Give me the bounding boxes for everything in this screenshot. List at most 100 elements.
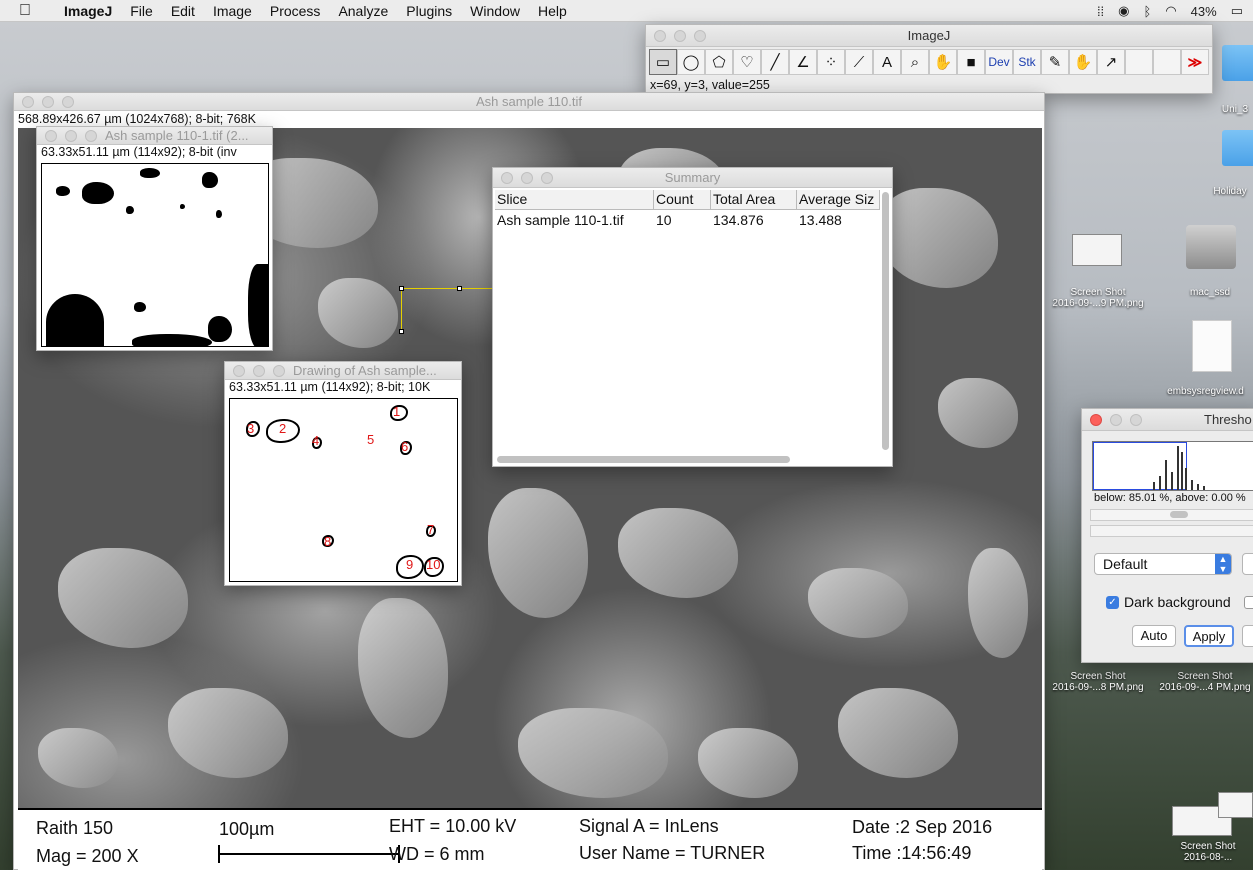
thresh-titlebar[interactable]: Ash sample 110-1.tif (2...	[37, 127, 272, 145]
menu-window[interactable]: Window	[461, 0, 529, 22]
developer-menu-button[interactable]: Dev	[985, 49, 1013, 75]
dark-background-label: Dark background	[1124, 594, 1231, 610]
rectangle-tool-icon[interactable]: ▭	[649, 49, 677, 75]
threshold-title: Thresho	[1204, 412, 1252, 427]
toolbar-titlebar[interactable]: ImageJ	[646, 25, 1212, 47]
close-button[interactable]	[45, 130, 57, 142]
zoom-button[interactable]	[541, 172, 553, 184]
oval-tool-icon[interactable]: ◯	[677, 49, 705, 75]
timemachine-icon[interactable]: ◉	[1118, 3, 1129, 19]
desktop-folder-icon[interactable]	[1222, 45, 1253, 81]
battery-percent[interactable]: 43%	[1191, 4, 1217, 19]
minimize-button[interactable]	[65, 130, 77, 142]
menu-bar:  ImageJ File Edit Image Process Analyze…	[0, 0, 1253, 22]
minimize-button[interactable]	[521, 172, 533, 184]
minimize-button[interactable]	[253, 365, 265, 377]
auto-button[interactable]: Auto	[1132, 625, 1176, 647]
close-button[interactable]	[22, 96, 34, 108]
battery-icon[interactable]: ▭	[1231, 3, 1243, 19]
zoom-button[interactable]	[85, 130, 97, 142]
menu-image[interactable]: Image	[204, 0, 261, 22]
arrow-tool-icon[interactable]: ↗	[1097, 49, 1125, 75]
desktop-item-label[interactable]: Holiday	[1205, 186, 1253, 197]
minimize-button[interactable]	[42, 96, 54, 108]
desktop-item-label[interactable]: Uni_3	[1210, 104, 1253, 115]
menu-app-name[interactable]: ImageJ	[55, 0, 121, 22]
empty-tool-slot[interactable]	[1153, 49, 1181, 75]
desktop-folder-icon[interactable]	[1222, 130, 1253, 166]
slider-knob[interactable]	[1170, 511, 1188, 518]
cell-count: 10	[656, 212, 672, 228]
column-header-average-size[interactable]: Average Siz	[797, 190, 880, 209]
desktop-item-label[interactable]: Screen Shot 2016-09-...8 PM.png	[1045, 671, 1151, 693]
apple-menu-icon[interactable]: 	[19, 2, 41, 20]
bluetooth-icon[interactable]: ᛒ	[1144, 4, 1152, 19]
more-tools-button[interactable]: ≫	[1181, 49, 1209, 75]
drawing-titlebar[interactable]: Drawing of Ash sample...	[225, 362, 461, 380]
apply-button[interactable]: Apply	[1184, 625, 1234, 647]
hand-tool-icon[interactable]: ✋	[929, 49, 957, 75]
close-button[interactable]	[501, 172, 513, 184]
desktop-item-label[interactable]: mac_ssd	[1180, 287, 1240, 298]
zoom-button[interactable]	[694, 30, 706, 42]
display-mode-select[interactable]	[1242, 553, 1253, 575]
desktop-item-label[interactable]: embsysregview.d	[1158, 386, 1253, 397]
vertical-scrollbar[interactable]	[882, 192, 889, 450]
desktop-item-label[interactable]: Screen Shot 2016-09-...9 PM.png	[1045, 287, 1151, 309]
outline-drawing-canvas[interactable]: 1 2 3 4 5 6 7 8 9 10	[229, 398, 458, 582]
menu-file[interactable]: File	[121, 0, 162, 22]
empty-tool-slot[interactable]	[1125, 49, 1153, 75]
reset-button[interactable]	[1242, 625, 1253, 647]
thresholded-image-window: Ash sample 110-1.tif (2... 63.33x51.11 µ…	[36, 126, 273, 351]
zoom-button[interactable]	[273, 365, 285, 377]
freehand-tool-icon[interactable]: ♡	[733, 49, 761, 75]
close-button[interactable]	[654, 30, 666, 42]
stack-menu-button[interactable]: Stk	[1013, 49, 1041, 75]
document-icon[interactable]	[1192, 320, 1232, 372]
angle-tool-icon[interactable]: ∠	[789, 49, 817, 75]
menu-plugins[interactable]: Plugins	[397, 0, 461, 22]
column-header-slice[interactable]: Slice	[495, 190, 654, 209]
table-row[interactable]: Ash sample 110-1.tif 10 134.876 13.488	[495, 210, 880, 230]
dark-background-checkbox[interactable]: ✓	[1106, 596, 1119, 609]
zoom-button[interactable]	[1130, 414, 1142, 426]
screenshot-thumbnail[interactable]	[1218, 792, 1253, 818]
desktop-item-label[interactable]: Screen Shot 2016-09-...4 PM.png	[1157, 671, 1253, 693]
dotted-extra-icon[interactable]: ⁞⁞	[1097, 4, 1104, 19]
wifi-icon[interactable]: ◠	[1165, 3, 1176, 19]
minimize-button[interactable]	[1110, 414, 1122, 426]
screenshot-thumbnail[interactable]	[1072, 234, 1122, 266]
menu-edit[interactable]: Edit	[162, 0, 204, 22]
brush-tool-icon[interactable]: ✎	[1041, 49, 1069, 75]
menu-process[interactable]: Process	[261, 0, 330, 22]
upper-threshold-slider[interactable]	[1090, 525, 1253, 537]
minimize-button[interactable]	[674, 30, 686, 42]
polygon-tool-icon[interactable]: ⬠	[705, 49, 733, 75]
close-button[interactable]	[1090, 414, 1102, 426]
wand-tool-icon[interactable]: ⟋	[845, 49, 873, 75]
stack-histogram-checkbox[interactable]	[1244, 596, 1253, 609]
column-header-total-area[interactable]: Total Area	[711, 190, 797, 209]
flood-fill-icon[interactable]: ✋	[1069, 49, 1097, 75]
summary-titlebar[interactable]: Summary	[493, 168, 892, 188]
drive-icon[interactable]	[1186, 225, 1236, 269]
desktop-item-label[interactable]: Screen Shot 2016-08-...	[1163, 841, 1253, 863]
zoom-button[interactable]	[62, 96, 74, 108]
point-tool-icon[interactable]: ⁘	[817, 49, 845, 75]
color-picker-icon[interactable]: ■	[957, 49, 985, 75]
menu-analyze[interactable]: Analyze	[329, 0, 397, 22]
text-tool-icon[interactable]: A	[873, 49, 901, 75]
main-titlebar[interactable]: Ash sample 110.tif	[14, 93, 1044, 111]
drawing-image-info: 63.33x51.11 µm (114x92); 8-bit; 10K	[229, 380, 431, 394]
horizontal-scrollbar[interactable]	[497, 456, 790, 463]
menu-help[interactable]: Help	[529, 0, 576, 22]
threshold-titlebar[interactable]: Thresho	[1082, 409, 1253, 431]
scale-bar-tick	[218, 845, 220, 863]
magnifier-tool-icon[interactable]: ⌕	[901, 49, 929, 75]
binary-image-canvas[interactable]	[41, 163, 269, 347]
column-header-count[interactable]: Count	[654, 190, 711, 209]
particle-label: 1	[393, 404, 401, 419]
line-tool-icon[interactable]: ╱	[761, 49, 789, 75]
method-select[interactable]: Default ▲ ▼	[1094, 553, 1232, 575]
close-button[interactable]	[233, 365, 245, 377]
